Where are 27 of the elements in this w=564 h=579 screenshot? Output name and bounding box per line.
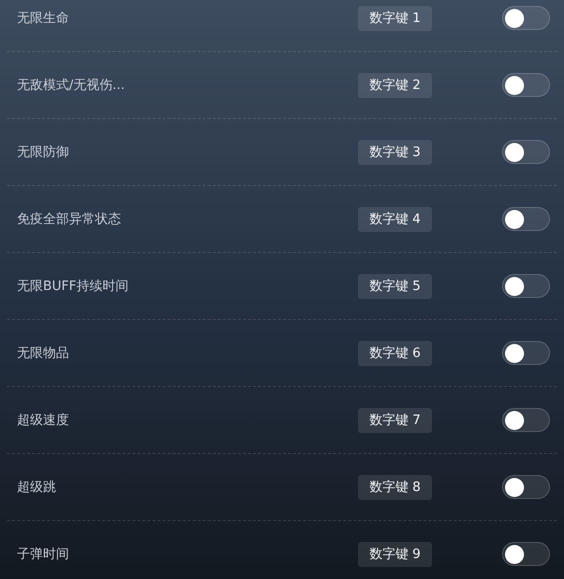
cheat-label: 无限BUFF持续时间 bbox=[16, 278, 128, 295]
hotkey-badge: 数字键 1 bbox=[358, 6, 432, 30]
toggle-switch[interactable] bbox=[502, 274, 550, 298]
toggle-switch[interactable] bbox=[502, 207, 550, 231]
toggle-switch[interactable] bbox=[502, 475, 550, 499]
hotkey-badge: 数字键 4 bbox=[358, 206, 432, 232]
hotkey-badge: 数字键 9 bbox=[358, 542, 432, 566]
hotkey-badge: 数字键 6 bbox=[358, 340, 432, 366]
hotkey-badge: 数字键 2 bbox=[358, 72, 432, 98]
hotkey-badge: 数字键 3 bbox=[358, 140, 432, 164]
toggle-switch[interactable] bbox=[502, 408, 550, 432]
toggle-switch[interactable] bbox=[502, 140, 550, 164]
toggle-switch[interactable] bbox=[502, 542, 550, 566]
toggle-switch[interactable] bbox=[502, 6, 550, 30]
cheat-label: 无限物品 bbox=[16, 345, 69, 362]
toggle-switch[interactable] bbox=[502, 341, 550, 365]
cheat-label: 无限防御 bbox=[16, 144, 69, 161]
cheat-label: 超级速度 bbox=[16, 412, 69, 429]
cheat-label: 无限生命 bbox=[16, 10, 69, 27]
cheat-label: 超级跳 bbox=[16, 479, 56, 496]
hotkey-badge: 数字键 7 bbox=[358, 408, 432, 432]
cheat-label: 无敌模式/无视伤... bbox=[16, 77, 125, 94]
cheat-label: 子弹时间 bbox=[16, 546, 69, 563]
toggle-switch[interactable] bbox=[502, 73, 550, 97]
cheat-label: 免疫全部异常状态 bbox=[16, 211, 121, 228]
hotkey-badge: 数字键 5 bbox=[358, 274, 432, 298]
hotkey-badge: 数字键 8 bbox=[358, 474, 432, 500]
